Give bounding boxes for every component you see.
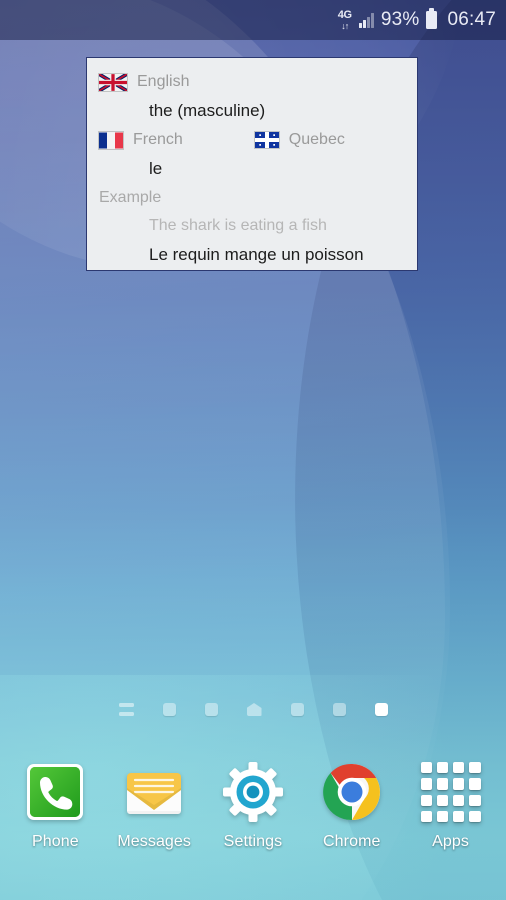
page-dot-notifications-icon[interactable] (118, 703, 134, 716)
target-language-label: French (133, 131, 183, 148)
chrome-icon (320, 760, 384, 824)
home-screen-dock: Phone Messages Settings Chrome Apps (0, 752, 506, 900)
dictionary-translation-card[interactable]: English the (masculine) French Quebec le… (86, 57, 418, 271)
home-screen-page-indicator[interactable] (0, 703, 506, 716)
network-type-label: 4G (337, 8, 352, 21)
dock-label-phone: Phone (32, 833, 79, 850)
target-term: le (149, 159, 163, 178)
target-region-label: Quebec (288, 131, 345, 148)
page-dot-2[interactable] (162, 703, 176, 716)
uk-flag-icon (99, 73, 127, 91)
source-language-row: English (99, 68, 405, 96)
dock-label-apps: Apps (432, 833, 470, 850)
status-bar-clock: 06:47 (447, 9, 496, 30)
dock-label-messages: Messages (117, 833, 192, 850)
target-region-group: Quebec (254, 131, 345, 149)
dock-label-settings: Settings (223, 833, 283, 850)
page-dot-5[interactable] (290, 703, 304, 716)
dock-item-messages[interactable]: Messages (108, 752, 200, 851)
battery-icon (426, 8, 438, 29)
source-term: the (masculine) (149, 101, 266, 120)
source-language-label: English (137, 73, 190, 90)
example-target-sentence: Le requin mange un poisson (149, 245, 364, 264)
page-dot-current[interactable] (374, 703, 388, 716)
dock-item-chrome[interactable]: Chrome (306, 752, 398, 851)
page-dot-3[interactable] (204, 703, 218, 716)
page-dot-home-icon[interactable] (246, 703, 262, 716)
network-type-indicator: 4G ↓↑ (337, 8, 352, 31)
page-dot-6[interactable] (332, 703, 346, 716)
dock-item-settings[interactable]: Settings (207, 752, 299, 851)
battery-percent-label: 93% (380, 9, 420, 30)
example-section-label: Example (99, 189, 162, 206)
example-source-sentence: The shark is eating a fish (149, 217, 327, 234)
messages-envelope-icon (122, 760, 186, 824)
signal-bars-icon (358, 12, 374, 28)
dock-label-chrome: Chrome (323, 833, 381, 850)
apps-grid-icon (419, 760, 483, 824)
quebec-flag-icon (254, 132, 279, 148)
dock-item-phone[interactable]: Phone (9, 752, 101, 851)
target-language-row: French Quebec (99, 126, 405, 154)
data-transfer-arrows-icon: ↓↑ (341, 20, 349, 31)
dock-item-apps[interactable]: Apps (405, 752, 497, 851)
status-bar[interactable]: 4G ↓↑ 93% 06:47 (0, 0, 506, 40)
france-flag-icon (99, 132, 123, 148)
phone-icon (23, 760, 87, 824)
settings-gear-icon (221, 760, 285, 824)
